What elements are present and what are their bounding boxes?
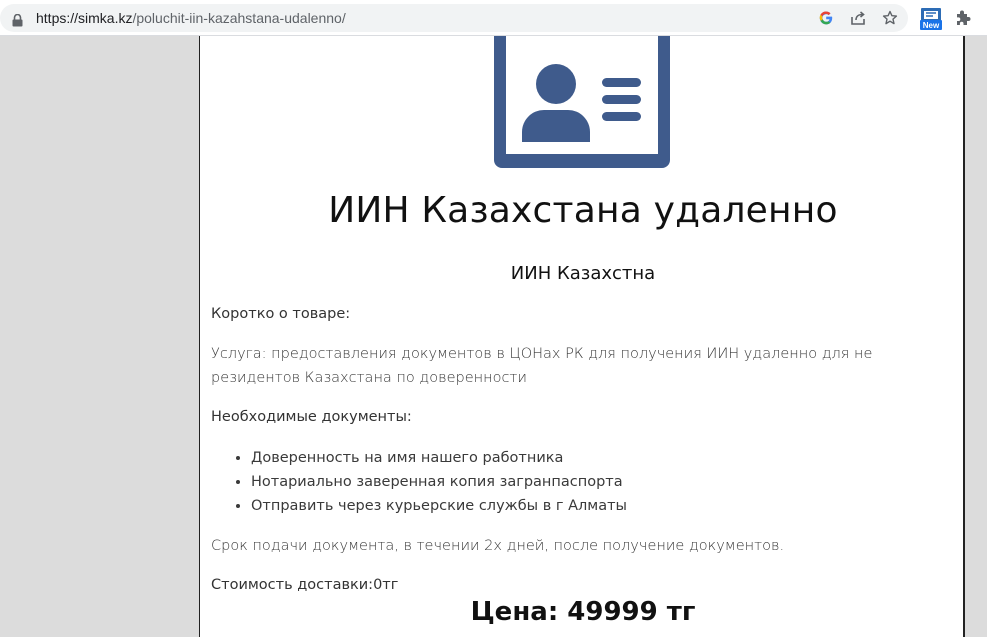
id-card-icon (492, 36, 672, 183)
page-subtitle: ИИН Казахстна (510, 263, 656, 284)
extension-new-badge: New (923, 21, 940, 30)
bookmark-star-icon[interactable] (881, 9, 899, 27)
share-icon[interactable] (849, 9, 867, 27)
list-item: Отправить через курьерские службы в г Ал… (251, 494, 627, 518)
list-item: Доверенность на имя нашего работника (251, 446, 627, 470)
browser-toolbar: https://simka.kz/poluchit-iin-kazahstana… (0, 0, 987, 36)
delivery-cost-text: Стоимость доставки:0тг (211, 577, 399, 593)
extensions-puzzle-icon[interactable] (954, 9, 972, 31)
page-title: ИИН Казахстана удаленно (328, 190, 838, 231)
extension-new-icon[interactable]: New (920, 8, 942, 30)
required-documents-list: Доверенность на имя нашего работника Нот… (211, 446, 627, 518)
list-item: Нотариально заверенная копия загранпаспо… (251, 470, 627, 494)
service-description: Услуга: предоставления документов в ЦОНа… (211, 346, 873, 386)
price: Цена: 49999 тг (470, 597, 696, 627)
url-text[interactable]: https://simka.kz/poluchit-iin-kazahstana… (36, 10, 346, 26)
short-description-label: Коротко о товаре: (211, 306, 351, 322)
required-documents-label: Необходимые документы: (211, 409, 412, 425)
url-host: https://simka.kz (36, 10, 133, 26)
lock-icon[interactable] (12, 12, 23, 31)
address-bar[interactable]: https://simka.kz/poluchit-iin-kazahstana… (0, 4, 908, 32)
url-path: /poluchit-iin-kazahstana-udalenno/ (132, 10, 346, 26)
page-content: ИИН Казахстана удаленно ИИН Казахстна Ко… (199, 36, 965, 637)
deadline-text: Срок подачи документа, в течении 2х дней… (211, 538, 785, 554)
google-translate-icon[interactable] (817, 9, 835, 27)
